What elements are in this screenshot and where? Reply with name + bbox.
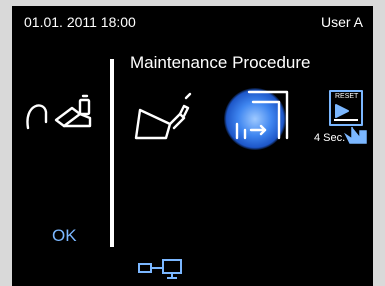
dental-instruments-icon[interactable] (22, 86, 102, 136)
reset-label: RESET (335, 93, 359, 100)
network-connection-icon (138, 259, 182, 279)
user-name[interactable]: User A (321, 14, 363, 30)
reset-time: 4 Sec. (314, 132, 346, 144)
flush-procedure-icon[interactable] (217, 84, 297, 154)
ok-button[interactable]: OK (52, 226, 77, 246)
device-screen: 01.01. 2011 18:00 User A Maintenance Pro… (12, 6, 373, 286)
page-title: Maintenance Procedure (130, 53, 311, 72)
status-bar: 01.01. 2011 18:00 User A (12, 6, 373, 34)
datetime: 01.01. 2011 18:00 (24, 14, 136, 30)
vertical-divider (110, 59, 114, 247)
maintenance-handpiece-icon[interactable] (132, 88, 192, 144)
